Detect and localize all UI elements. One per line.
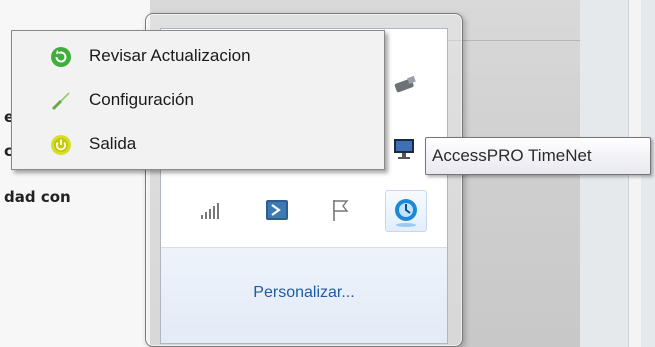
tray-customize-area: Personalizar...	[161, 247, 447, 343]
context-menu: Revisar Actualizacion Configuración Sali…	[11, 30, 385, 170]
doc-text-fragment: dad con	[4, 188, 71, 206]
usb-drive-icon[interactable]	[391, 71, 419, 99]
tooltip: AccessPRO TimeNet	[425, 137, 651, 175]
monitor-app-icon[interactable]	[391, 135, 419, 163]
customize-link[interactable]: Personalizar...	[161, 284, 447, 302]
action-center-flag-icon[interactable]	[327, 196, 355, 224]
menu-item-check-updates[interactable]: Revisar Actualizacion	[12, 43, 384, 73]
menu-item-label: Salida	[89, 134, 137, 153]
menu-item-label: Revisar Actualizacion	[89, 46, 251, 65]
refresh-green-icon	[50, 46, 72, 68]
power-icon	[50, 134, 72, 156]
accesspro-timenet-icon[interactable]	[385, 190, 427, 232]
menu-item-label: Configuración	[89, 90, 194, 109]
menu-item-exit[interactable]: Salida	[12, 131, 384, 161]
menu-item-settings[interactable]: Configuración	[12, 87, 384, 117]
powershell-icon[interactable]	[263, 196, 291, 224]
screwdriver-icon	[50, 90, 72, 112]
network-signal-icon[interactable]	[197, 196, 225, 224]
